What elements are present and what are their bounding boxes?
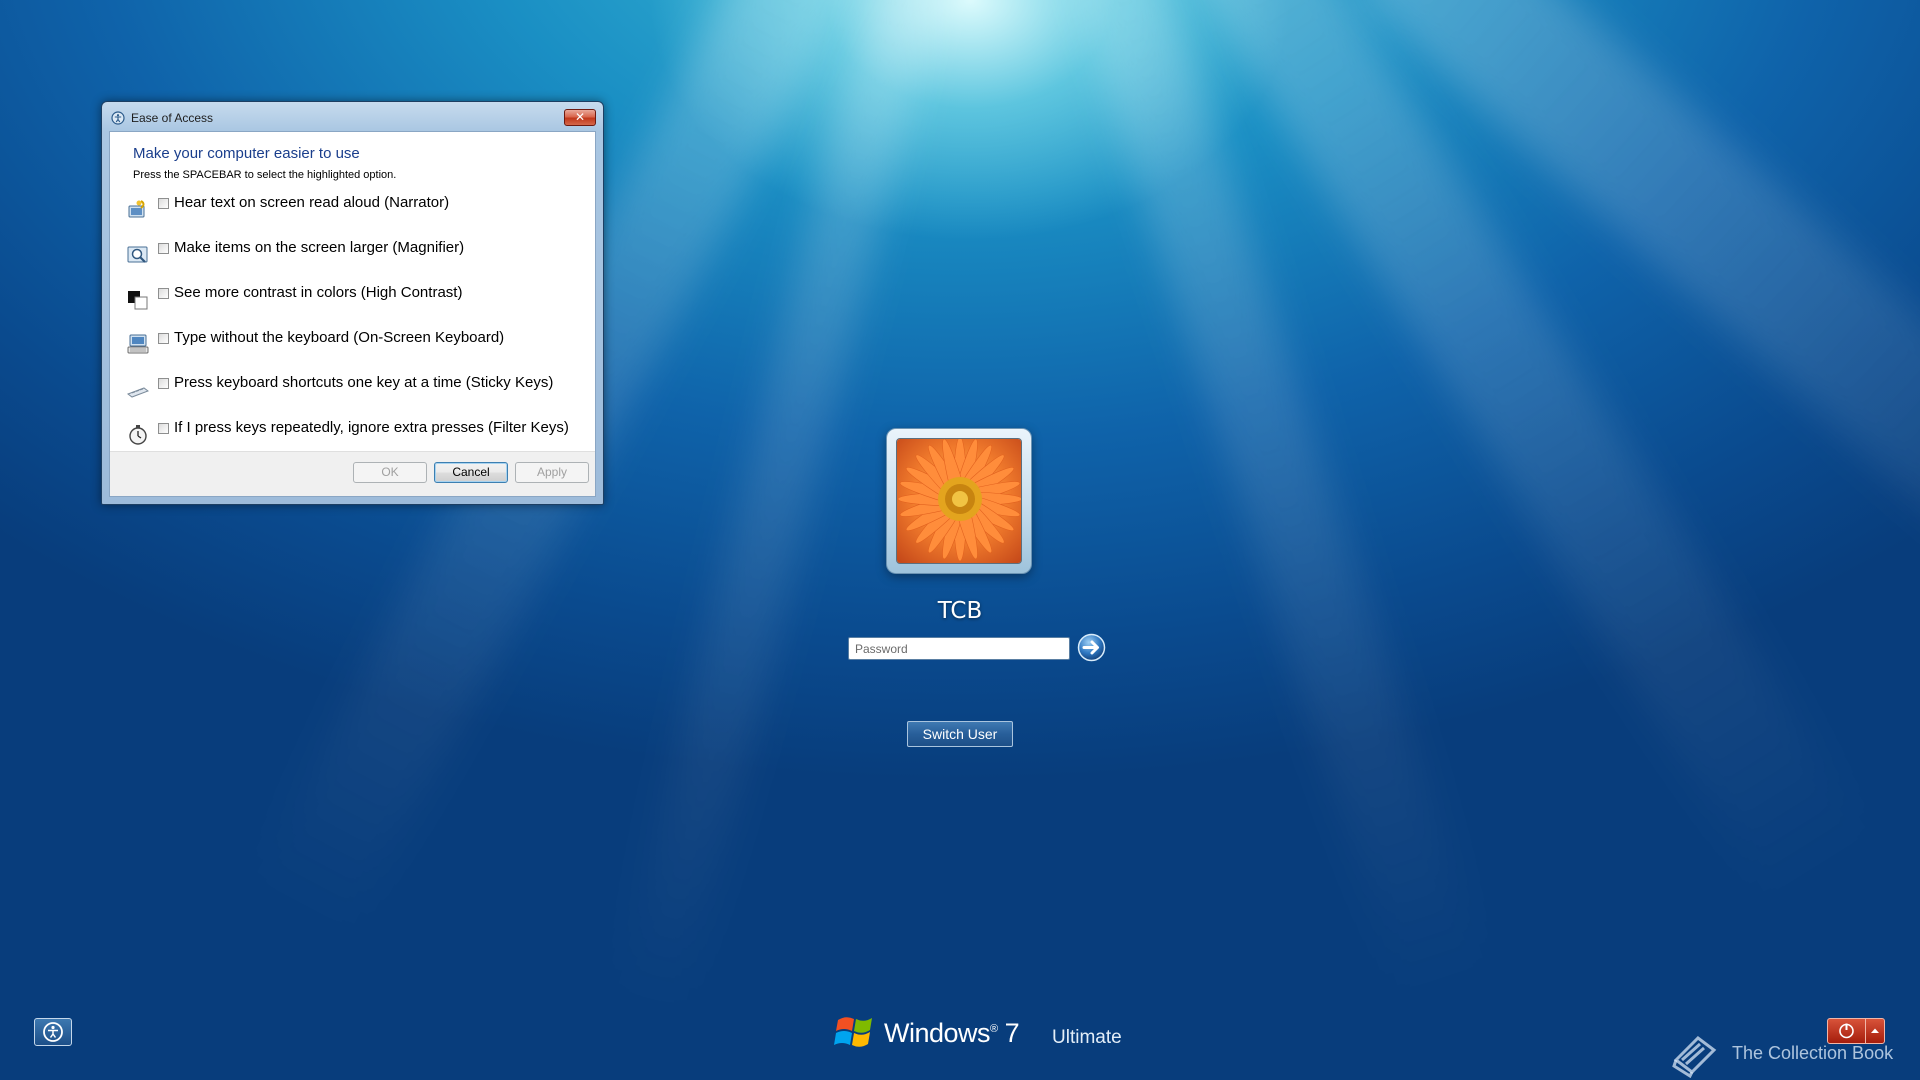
dialog-heading: Make your computer easier to use xyxy=(133,145,360,162)
username-label: TCB xyxy=(937,598,983,624)
ease-of-access-dialog: Ease of Access ✕ Make your computer easi… xyxy=(101,101,604,505)
ease-of-access-button[interactable] xyxy=(34,1018,72,1046)
option-on-screen-keyboard[interactable]: Type without the keyboard (On-Screen Key… xyxy=(127,329,587,359)
dialog-content: Make your computer easier to use Press t… xyxy=(109,131,596,497)
dialog-instruction: Press the SPACEBAR to select the highlig… xyxy=(133,169,397,181)
high-contrast-icon xyxy=(127,288,149,310)
ease-of-access-icon xyxy=(111,110,125,125)
option-label[interactable]: See more contrast in colors (High Contra… xyxy=(174,284,462,301)
option-high-contrast[interactable]: See more contrast in colors (High Contra… xyxy=(127,284,587,314)
filter-keys-checkbox[interactable] xyxy=(158,423,169,434)
light-ray xyxy=(1353,0,1920,729)
book-icon xyxy=(1672,1036,1717,1078)
switch-user-button[interactable]: Switch User xyxy=(907,721,1013,747)
user-tile[interactable] xyxy=(886,428,1032,574)
option-magnifier[interactable]: Make items on the screen larger (Magnifi… xyxy=(127,239,587,269)
user-picture xyxy=(896,438,1022,564)
password-input[interactable] xyxy=(848,637,1070,660)
option-label[interactable]: Make items on the screen larger (Magnifi… xyxy=(174,239,464,256)
dialog-title: Ease of Access xyxy=(131,111,214,125)
ok-button[interactable]: OK xyxy=(353,462,427,483)
high-contrast-checkbox[interactable] xyxy=(158,288,169,299)
option-label[interactable]: Type without the keyboard (On-Screen Key… xyxy=(174,329,504,346)
flower-picture-icon xyxy=(897,439,1021,563)
narrator-checkbox[interactable] xyxy=(158,198,169,209)
on-screen-keyboard-checkbox[interactable] xyxy=(158,333,169,344)
option-label[interactable]: Press keyboard shortcuts one key at a ti… xyxy=(174,374,553,391)
narrator-icon xyxy=(127,198,149,220)
sticky-keys-checkbox[interactable] xyxy=(158,378,169,389)
option-sticky-keys[interactable]: Press keyboard shortcuts one key at a ti… xyxy=(126,374,587,404)
filter-keys-icon xyxy=(127,423,149,445)
dialog-footer: OK Cancel Apply xyxy=(110,451,595,496)
magnifier-icon xyxy=(127,243,149,265)
option-filter-keys[interactable]: If I press keys repeatedly, ignore extra… xyxy=(127,419,587,449)
magnifier-checkbox[interactable] xyxy=(158,243,169,254)
apply-button[interactable]: Apply xyxy=(515,462,589,483)
on-screen-keyboard-icon xyxy=(127,333,149,355)
arrow-right-icon xyxy=(1077,633,1106,662)
dialog-titlebar[interactable]: Ease of Access ✕ xyxy=(102,102,603,130)
windows-wordmark: Windows® 7 xyxy=(884,1018,1020,1048)
option-label[interactable]: Hear text on screen read aloud (Narrator… xyxy=(174,194,449,211)
ease-of-access-icon xyxy=(43,1022,63,1042)
light-ray xyxy=(1062,0,1488,1001)
watermark-text: The Collection Book xyxy=(1732,1043,1894,1063)
cancel-button[interactable]: Cancel xyxy=(434,462,508,483)
close-button[interactable]: ✕ xyxy=(564,109,596,126)
light-ray xyxy=(1189,0,1874,905)
option-label[interactable]: If I press keys repeatedly, ignore extra… xyxy=(174,419,569,436)
submit-arrow-button[interactable] xyxy=(1077,633,1106,662)
edition-label: Ultimate xyxy=(1052,1027,1122,1048)
sticky-keys-icon xyxy=(126,378,150,400)
windows-flag-icon xyxy=(834,1017,872,1047)
watermark: The Collection Book xyxy=(1668,1030,1908,1078)
windows-branding: Windows® 7 Ultimate xyxy=(834,1008,1122,1056)
option-narrator[interactable]: Hear text on screen read aloud (Narrator… xyxy=(127,194,587,224)
logon-screen: Ease of Access ✕ Make your computer easi… xyxy=(0,0,1920,1080)
